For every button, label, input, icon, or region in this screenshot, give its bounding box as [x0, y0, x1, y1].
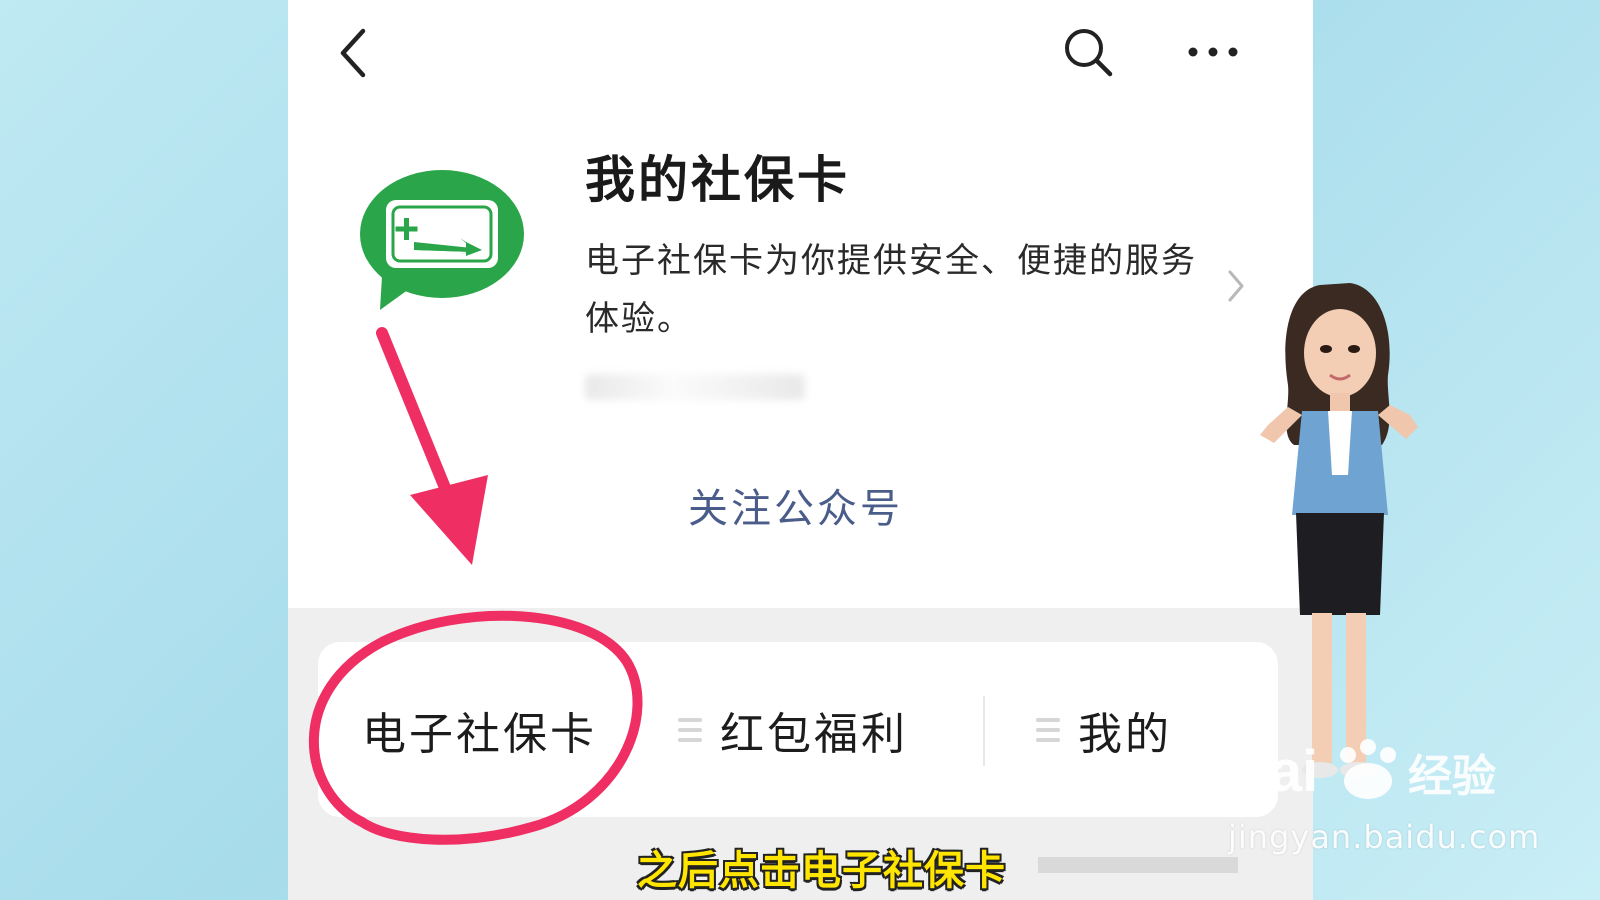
submenu-icon [678, 716, 702, 744]
search-icon [1065, 29, 1113, 77]
menu-tab-red-packet[interactable]: 红包福利 [678, 642, 908, 817]
annotation-arrow [376, 327, 488, 565]
more-button[interactable] [1183, 22, 1243, 82]
back-chevron-icon [340, 28, 366, 78]
account-description: 电子社保卡为你提供安全、便捷的服务体验。 [585, 241, 1197, 339]
svg-text:Bai: Bai [1228, 739, 1318, 804]
menu-tab-label: 我的 [1078, 708, 1172, 760]
top-bar [288, 0, 1313, 110]
svg-text:经验: 经验 [1408, 751, 1496, 802]
back-button[interactable] [323, 23, 383, 83]
home-indicator [1038, 857, 1238, 873]
menu-tab-mine[interactable]: 我的 [1036, 642, 1172, 817]
submenu-icon [1036, 716, 1060, 744]
menu-tab-label: 红包福利 [720, 708, 908, 760]
presenter-avatar [1260, 283, 1418, 778]
search-button[interactable] [1058, 22, 1118, 82]
account-detail-chevron[interactable] [1225, 268, 1247, 308]
more-dots-icon [1188, 47, 1238, 57]
blurred-info [585, 374, 805, 400]
account-name: 我的社保卡 [585, 151, 850, 209]
social-security-card-logo [356, 168, 528, 313]
baidu-jingyan-watermark: Bai 经验 [1228, 735, 1528, 805]
chevron-right-icon [1228, 270, 1244, 302]
annotation-circle [308, 610, 643, 845]
subtitle-caption: 之后点击电子社保卡 [637, 848, 1006, 894]
follow-account-button[interactable]: 关注公众号 [688, 476, 903, 534]
watermark-url: jingyan.baidu.com [1228, 818, 1541, 856]
menu-divider [983, 696, 985, 766]
